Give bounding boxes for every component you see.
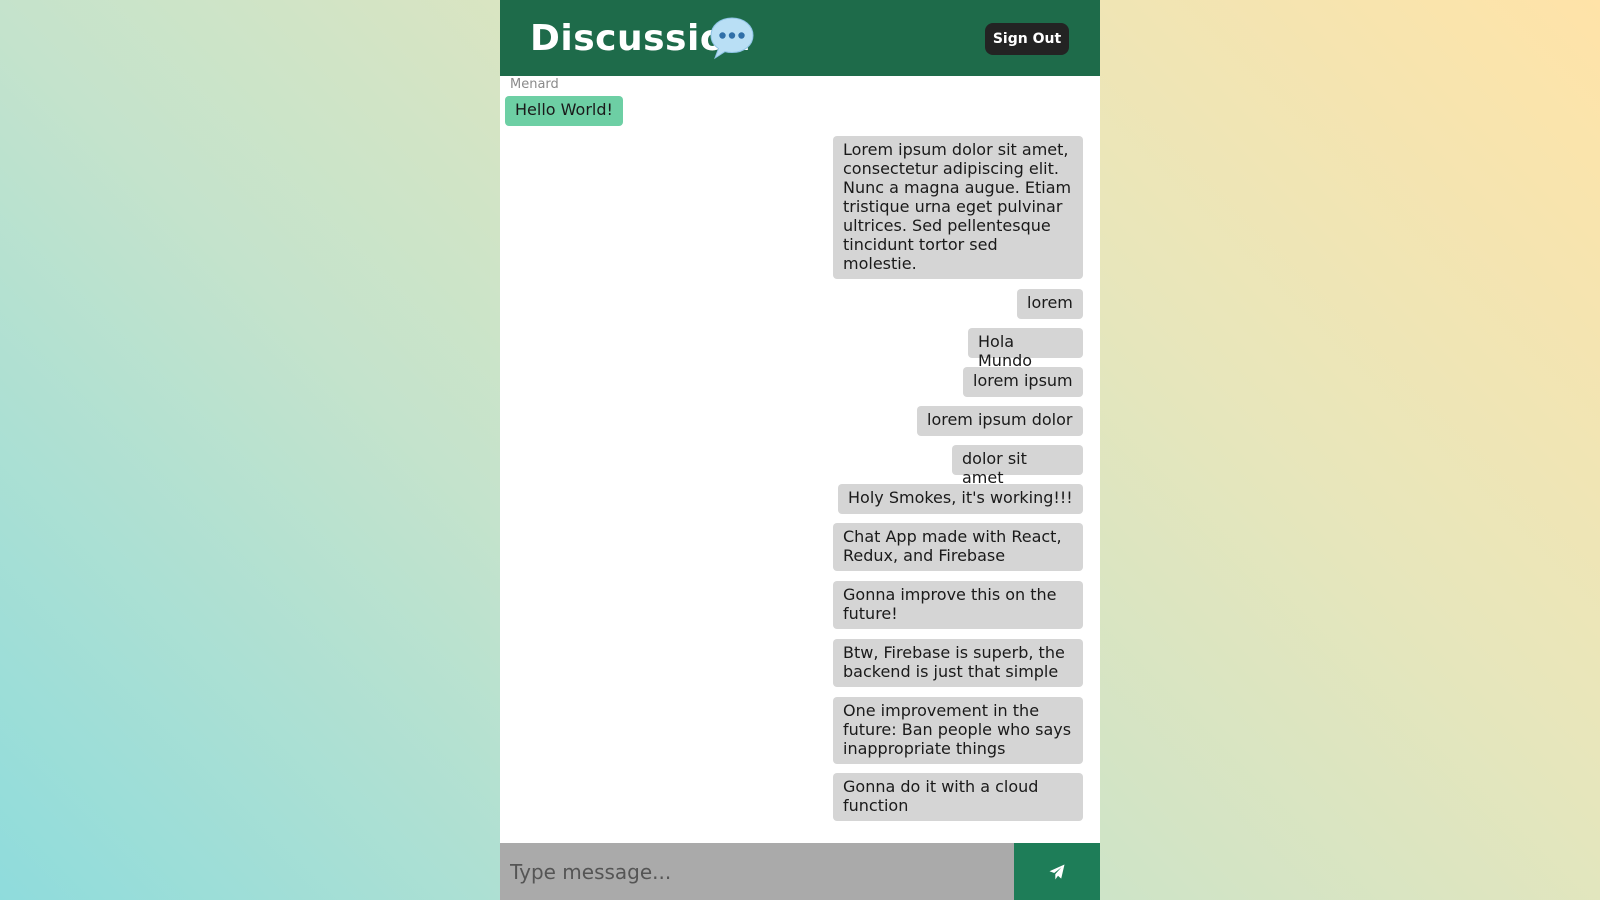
app-header: Discussion Sign Out [500,0,1100,76]
message-bubble-incoming: Hello World! [505,96,623,126]
message-bubble-outgoing: Holy Smokes, it's working!!! [838,484,1083,514]
message-bubble-outgoing: Gonna improve this on the future! [833,581,1083,629]
message-bubble-outgoing: dolor sit amet [952,445,1083,487]
send-icon [1049,864,1065,880]
message-bubble-outgoing: Chat App made with React, Redux, and Fir… [833,523,1083,571]
message-bubble-outgoing: lorem [1017,289,1083,319]
message-bubble-outgoing: lorem ipsum dolor [917,406,1083,436]
message-bubble-outgoing: Lorem ipsum dolor sit amet, consectetur … [833,136,1083,279]
message-input[interactable] [500,843,1014,900]
sign-out-button[interactable]: Sign Out [985,23,1069,55]
chat-window: Discussion Sign Out Menard Hello World! … [500,0,1100,900]
message-bubble-outgoing: Hola Mundo [968,328,1083,370]
message-list[interactable]: Menard Hello World! Lorem ipsum dolor si… [500,76,1100,843]
send-button[interactable] [1014,843,1100,900]
speech-bubble-icon [710,17,754,60]
message-bubble-outgoing: Btw, Firebase is superb, the backend is … [833,639,1083,687]
message-bubble-outgoing: One improvement in the future: Ban peopl… [833,697,1083,764]
message-sender: Menard [510,77,559,92]
message-composer [500,843,1100,900]
message-bubble-outgoing: Gonna do it with a cloud function [833,773,1083,821]
message-bubble-outgoing: lorem ipsum [963,367,1083,397]
